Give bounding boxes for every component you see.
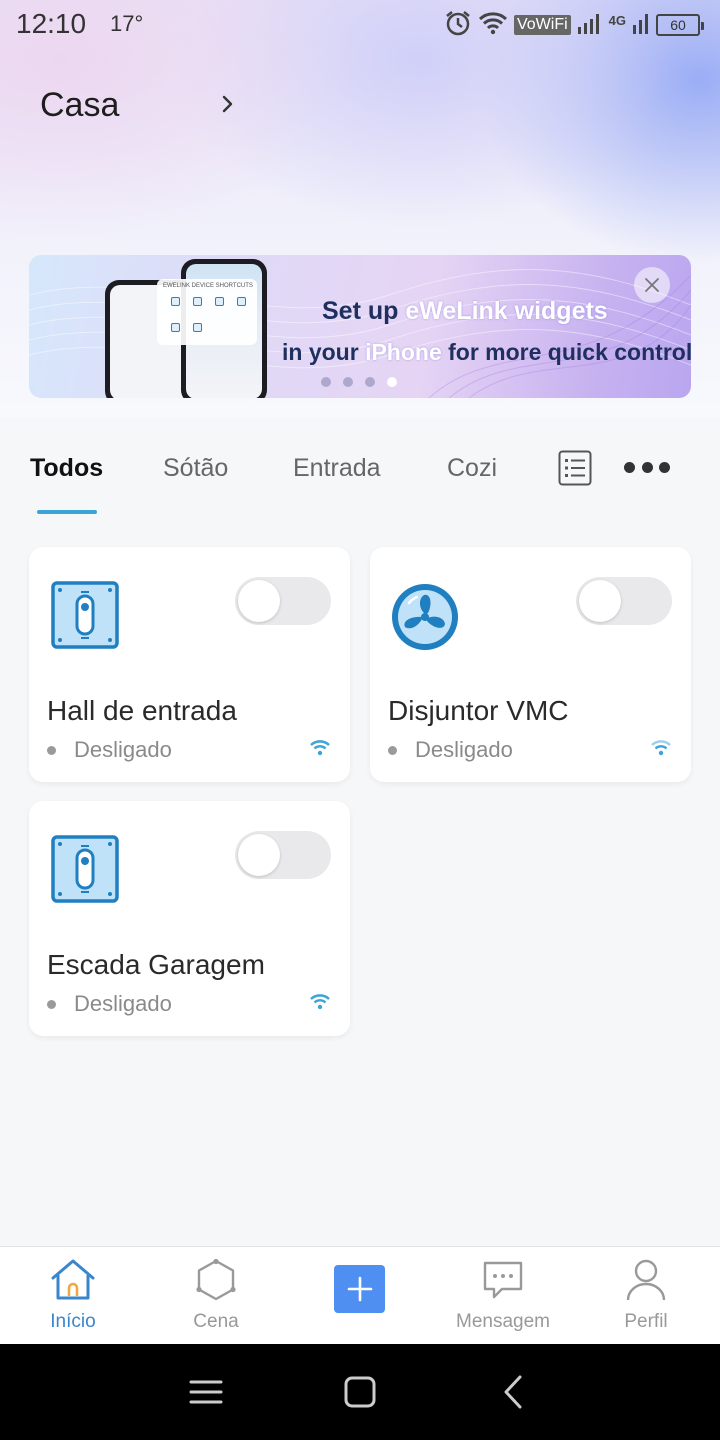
home-icon: [50, 1257, 96, 1303]
device-card-disjuntor-vmc[interactable]: Disjuntor VMC Desligado: [370, 547, 691, 782]
close-icon: [645, 278, 659, 292]
status-bar: 12:10 17° VoWiFi 4G 60: [0, 0, 720, 50]
status-temperature: 17°: [110, 11, 144, 36]
banner-headline: Set up eWeLink widgets: [322, 297, 608, 325]
close-banner-button[interactable]: [634, 267, 670, 303]
status-time: 12:10: [16, 8, 87, 39]
wifi-icon: [309, 739, 331, 757]
tab-cozinha[interactable]: Cozi: [447, 454, 505, 483]
signal-icon-2: [632, 11, 650, 40]
device-name: Disjuntor VMC: [388, 695, 569, 726]
widget-preview-card: EWELINK DEVICE SHORTCUTS: [157, 279, 257, 345]
device-card-hall-de-entrada[interactable]: Hall de entrada Desligado: [29, 547, 350, 782]
network-type: 4G: [608, 12, 626, 28]
device-status: Desligado: [47, 991, 172, 1017]
vowifi-badge: VoWiFi: [513, 15, 571, 35]
signal-icon: [577, 11, 603, 40]
room-tabs: Todos Sótão Entrada Cozi: [0, 418, 720, 528]
alarm-icon: [444, 9, 472, 42]
plus-icon: [347, 1276, 372, 1302]
nav-inicio[interactable]: Início: [18, 1257, 128, 1341]
nav-cena[interactable]: Cena: [161, 1257, 271, 1341]
battery-indicator: 60: [656, 14, 704, 36]
message-icon: [480, 1257, 526, 1303]
nav-label: Mensagem: [456, 1311, 550, 1332]
device-card-escada-garagem[interactable]: Escada Garagem Desligado: [29, 801, 350, 1036]
nav-label: Início: [50, 1311, 96, 1332]
wifi-icon: [309, 993, 331, 1011]
menu-icon[interactable]: [186, 1372, 226, 1412]
active-tab-indicator: [37, 510, 97, 514]
fan-icon: [389, 581, 458, 650]
switch-panel-icon: [51, 581, 119, 649]
widget-preview-title: EWELINK DEVICE SHORTCUTS: [163, 283, 253, 289]
system-navigation-bar: [0, 1344, 720, 1440]
scene-hexagon-icon: [193, 1257, 239, 1303]
nav-label: Perfil: [624, 1311, 668, 1332]
more-options-icon[interactable]: [624, 462, 670, 474]
chevron-right-icon[interactable]: [216, 88, 240, 120]
pagination-dot: [343, 377, 353, 387]
tab-todos[interactable]: Todos: [30, 454, 103, 483]
status-indicators: VoWiFi 4G 60: [444, 9, 704, 42]
promo-banner[interactable]: EWELINK DEVICE SHORTCUTS Set up eWeLink …: [29, 255, 691, 398]
add-device-button[interactable]: [334, 1265, 385, 1313]
banner-subline: in your iPhone for more quick control: [282, 339, 691, 365]
wifi-status-icon: [478, 11, 508, 40]
wifi-icon: [650, 739, 672, 757]
device-name: Hall de entrada: [47, 695, 237, 726]
home-button-icon[interactable]: [340, 1372, 380, 1412]
device-status: Desligado: [388, 737, 513, 763]
device-status: Desligado: [47, 737, 172, 763]
device-power-toggle[interactable]: [235, 577, 331, 625]
device-power-toggle[interactable]: [576, 577, 672, 625]
pagination-dot: [365, 377, 375, 387]
nav-mensagem[interactable]: Mensagem: [448, 1257, 558, 1341]
nav-label: Cena: [193, 1311, 239, 1332]
device-name: Escada Garagem: [47, 949, 265, 980]
switch-panel-icon: [51, 835, 119, 903]
pagination-dot-active: [387, 377, 397, 387]
home-title[interactable]: Casa: [40, 86, 119, 125]
tab-entrada[interactable]: Entrada: [293, 454, 381, 483]
pagination-dot: [321, 377, 331, 387]
bottom-navigation: Início Cena Mensagem Perfil: [0, 1246, 720, 1344]
nav-perfil[interactable]: Perfil: [591, 1257, 701, 1341]
back-icon[interactable]: [494, 1372, 534, 1412]
tab-sotao[interactable]: Sótão: [163, 454, 228, 483]
profile-icon: [623, 1257, 669, 1303]
room-list-icon[interactable]: [558, 450, 592, 486]
device-power-toggle[interactable]: [235, 831, 331, 879]
banner-pagination: [321, 377, 397, 387]
